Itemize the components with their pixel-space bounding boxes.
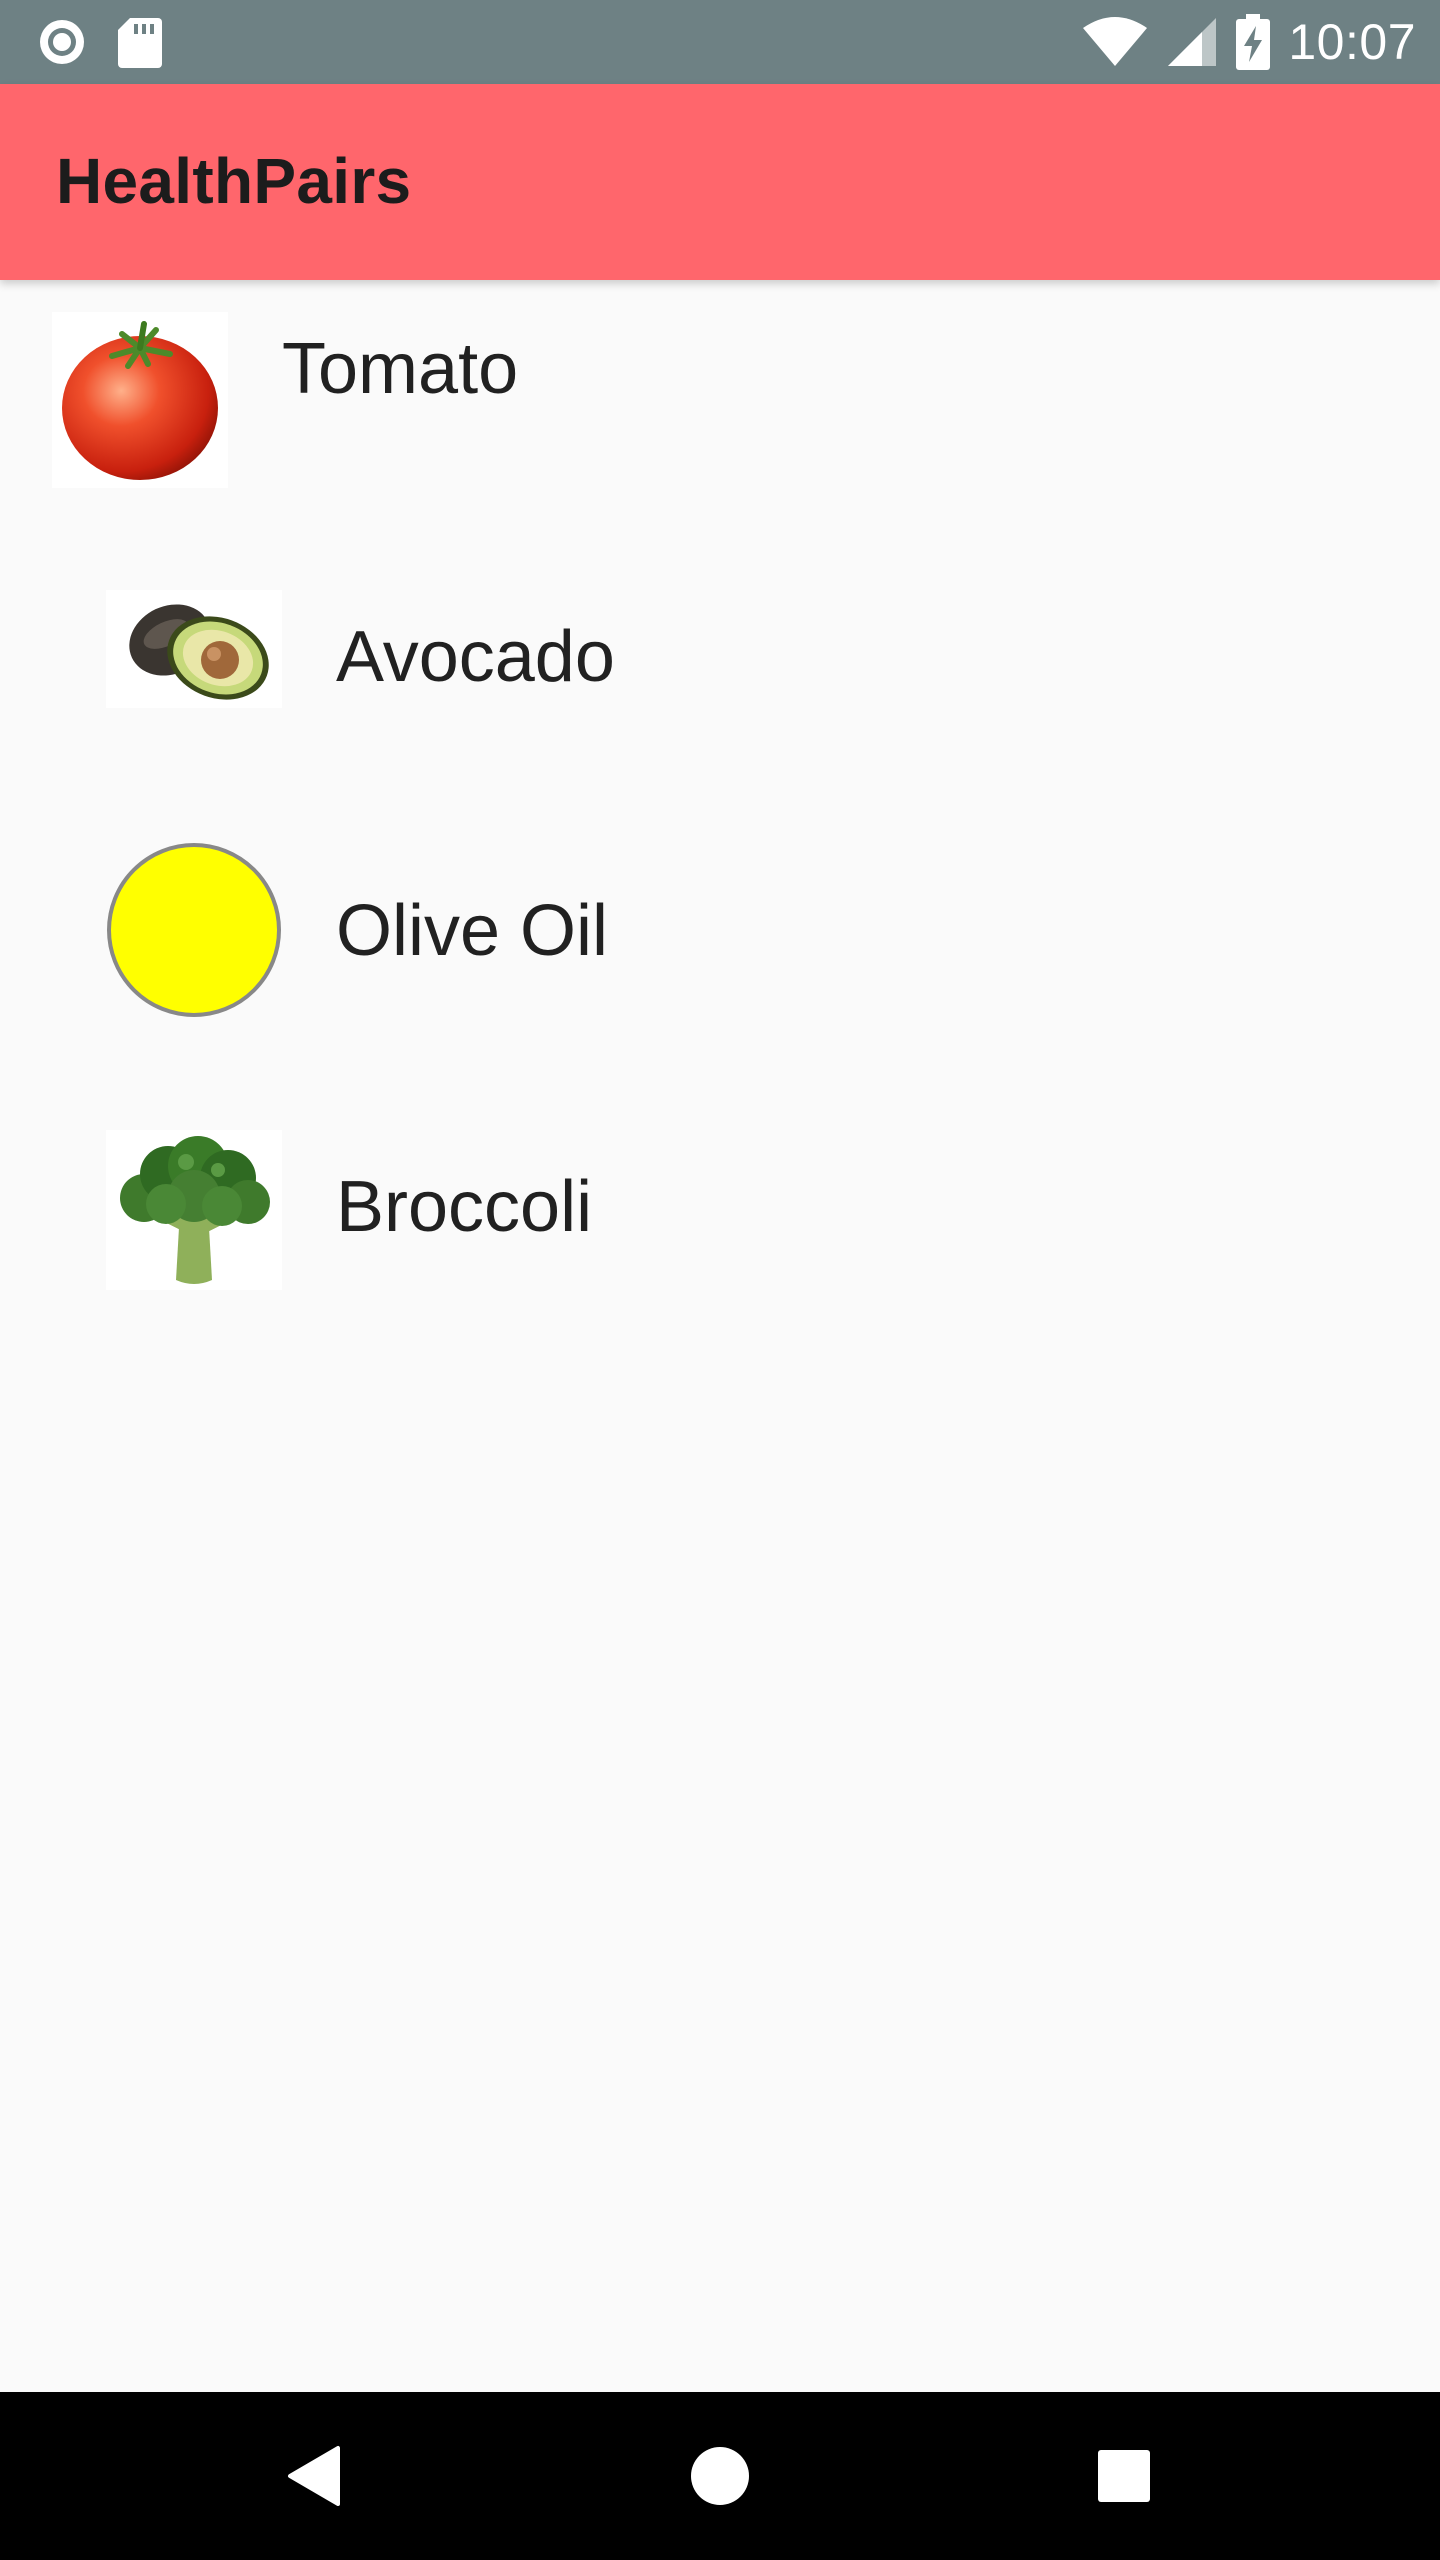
wifi-icon <box>1083 17 1148 66</box>
tomato-image <box>52 312 228 488</box>
record-icon <box>40 20 84 64</box>
list-item-broccoli[interactable]: Broccoli <box>0 1130 1440 1290</box>
recents-icon[interactable] <box>1084 2436 1164 2516</box>
list-item-tomato[interactable]: Tomato <box>0 312 1440 492</box>
item-label: Avocado <box>336 617 615 697</box>
yellow-circle-image <box>106 842 282 1018</box>
home-icon[interactable] <box>680 2436 760 2516</box>
navigation-bar <box>0 2392 1440 2560</box>
app-bar: HealthPairs <box>0 84 1440 280</box>
app-title: HealthPairs <box>56 145 412 217</box>
sd-card-icon <box>118 18 162 68</box>
item-label: Olive Oil <box>336 891 609 971</box>
list-item-olive-oil[interactable]: Olive Oil <box>0 842 1440 1018</box>
item-label: Broccoli <box>336 1167 593 1247</box>
avocado-image <box>106 590 282 708</box>
status-bar: 10:07 <box>0 0 1440 84</box>
broccoli-image <box>106 1130 282 1290</box>
item-label: Tomato <box>282 329 519 409</box>
list-item-avocado[interactable]: Avocado <box>0 590 1440 720</box>
status-time: 10:07 <box>1288 14 1416 70</box>
battery-charging-icon <box>1236 14 1271 70</box>
cell-signal-icon <box>1168 18 1217 66</box>
back-icon[interactable] <box>276 2436 356 2516</box>
